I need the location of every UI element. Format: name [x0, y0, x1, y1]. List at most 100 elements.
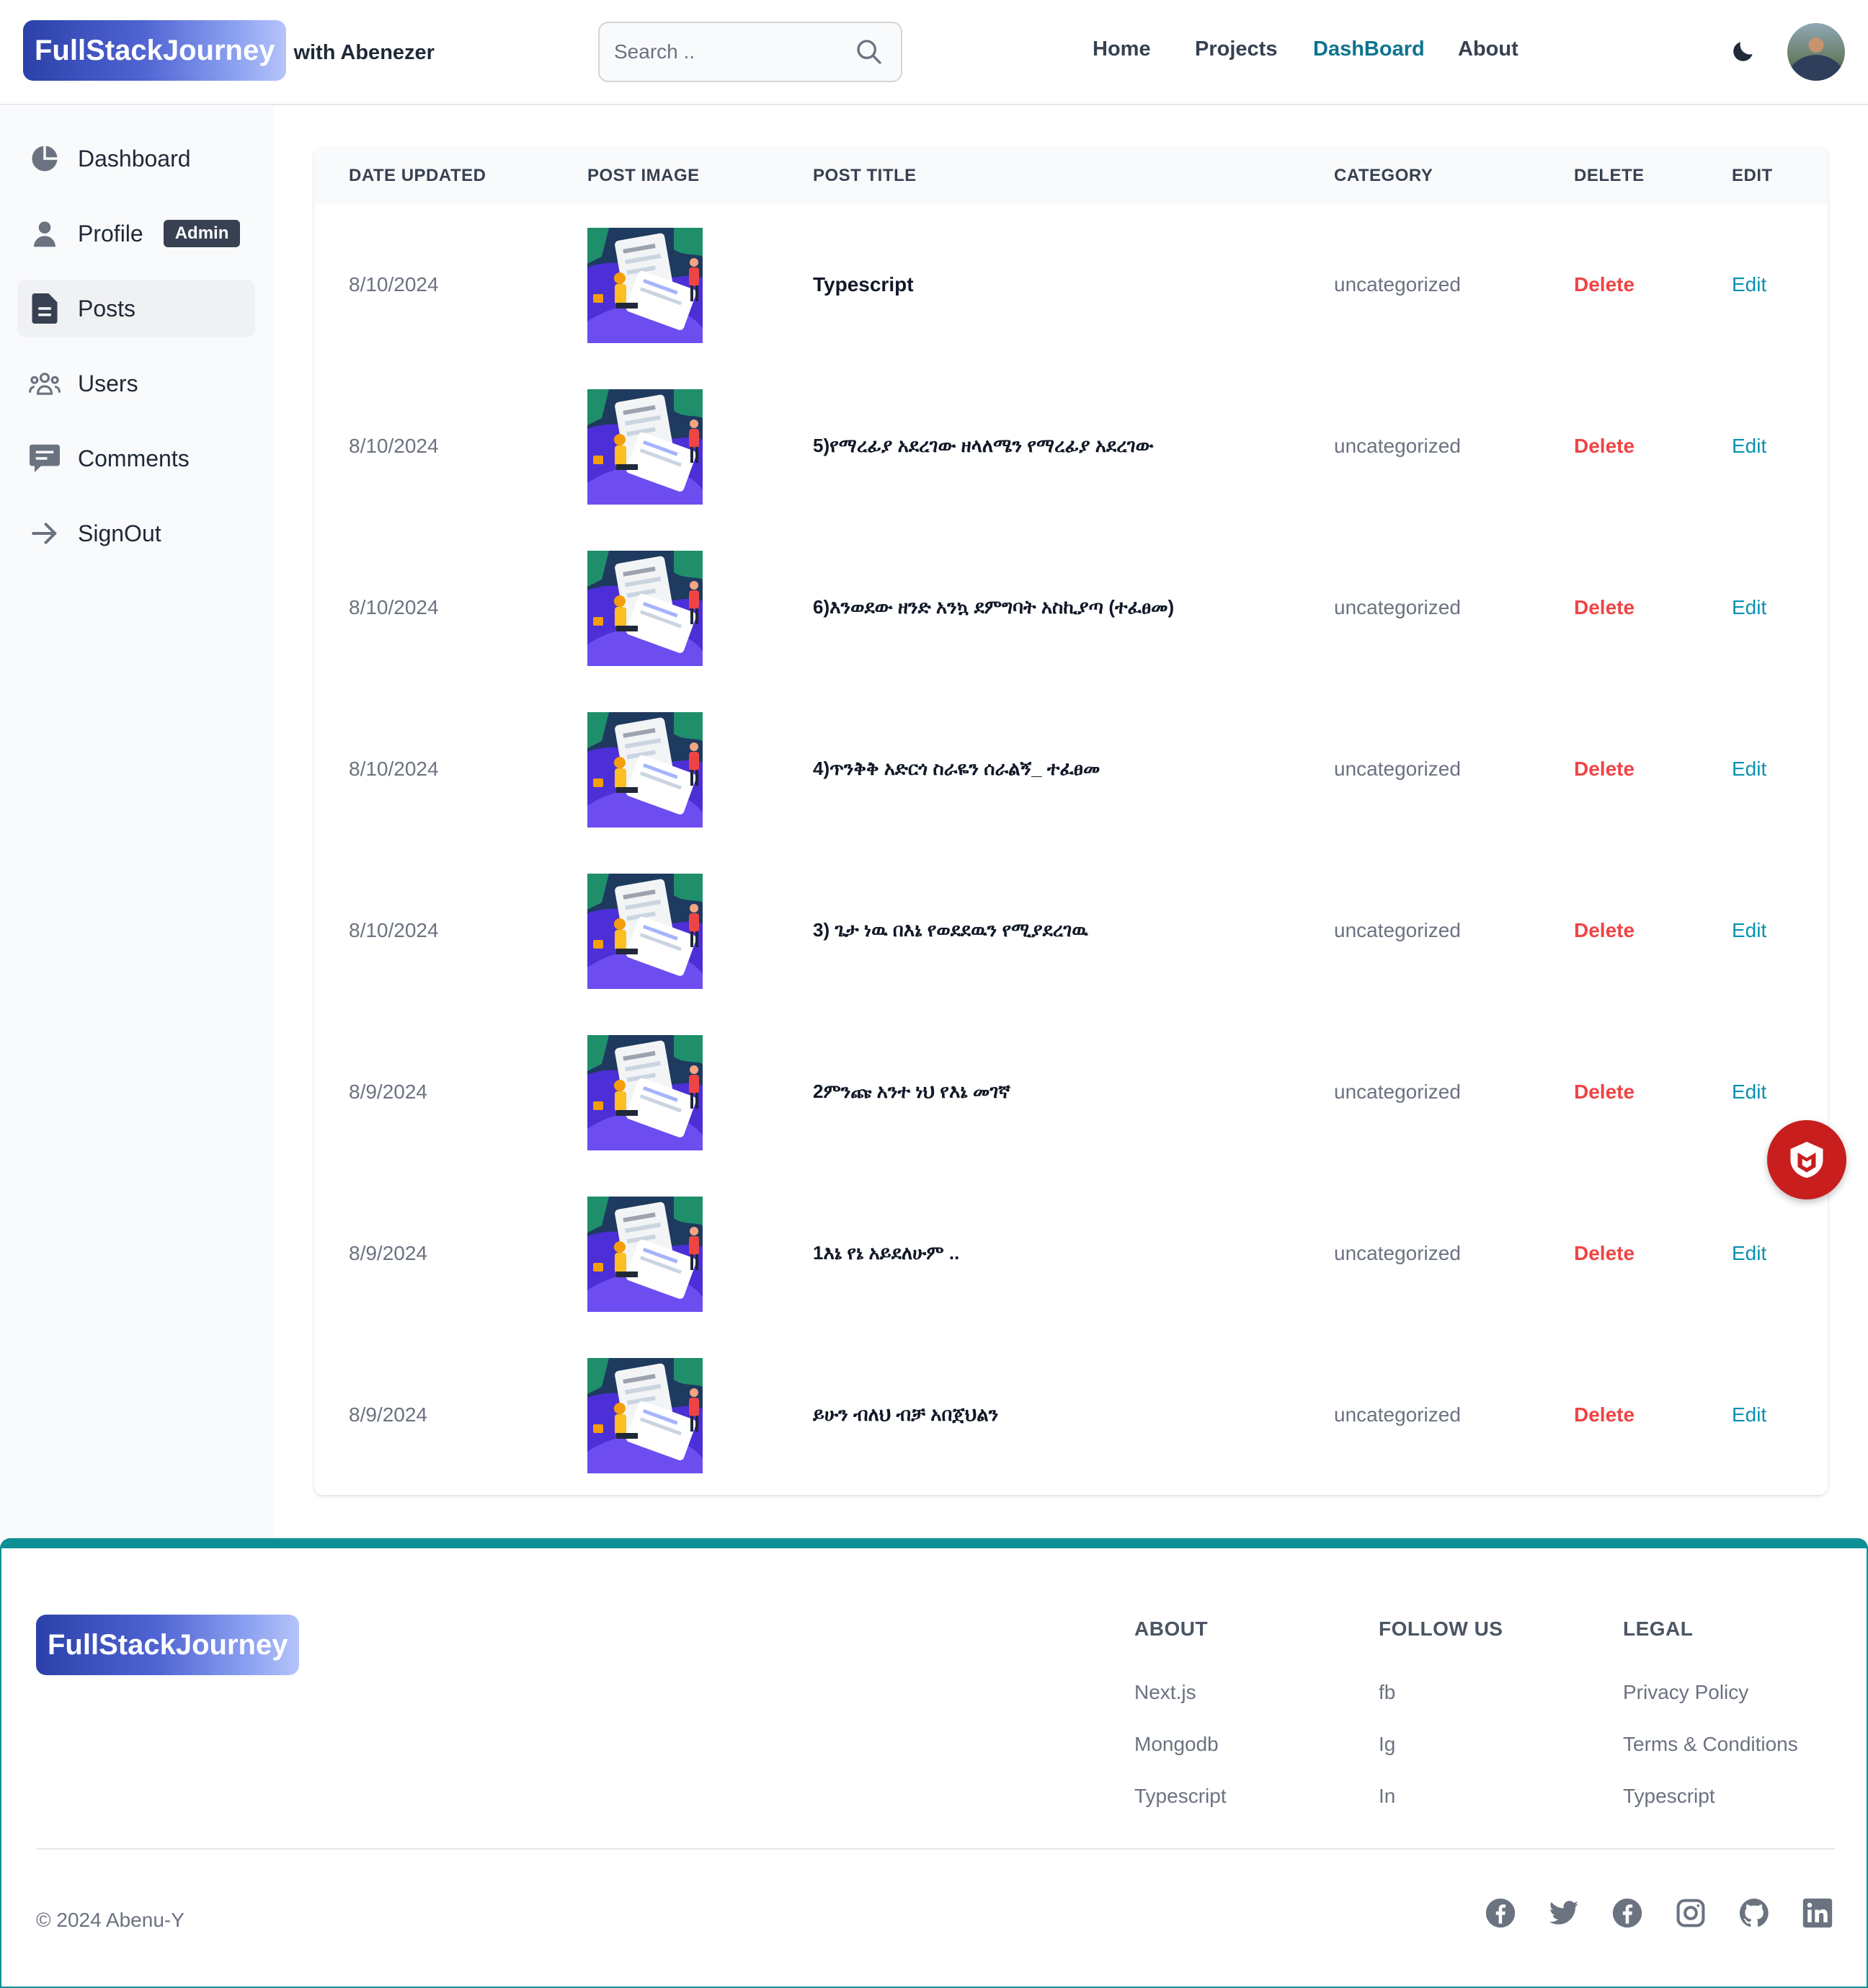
facebook-icon[interactable]	[1485, 1897, 1516, 1929]
github-icon[interactable]	[1738, 1897, 1770, 1929]
post-image[interactable]	[587, 389, 703, 505]
table-row: 8/10/2024 5)የማረፊያ አደረገው ዘላለሜን የማረፊያ አደረገው…	[314, 366, 1828, 528]
edit-link[interactable]: Edit	[1732, 1080, 1766, 1104]
facebook-icon[interactable]	[1611, 1897, 1643, 1929]
post-title[interactable]: 4)ጥንቅቅ አድርጎ ስራዬን ሰራልኝ_ ተፈፀመ	[813, 758, 1100, 781]
post-category: uncategorized	[1334, 919, 1461, 941]
search-input[interactable]	[600, 23, 837, 81]
post-image[interactable]	[587, 228, 703, 343]
edit-link[interactable]: Edit	[1732, 1403, 1766, 1426]
footer-link[interactable]: Terms & Conditions	[1623, 1733, 1798, 1756]
footer-link[interactable]: Typescript	[1623, 1785, 1715, 1808]
post-title[interactable]: 6)እንወደው ዘንድ አንኳ ደምግባት አስኪያጣ (ተፈፀመ)	[813, 596, 1174, 619]
post-thumbnail-image	[587, 1358, 703, 1473]
brand-suffix: with Abenezer	[293, 40, 435, 64]
column-header: POST IMAGE	[587, 166, 700, 185]
posts-table: DATE UPDATED POST IMAGE POST TITLE CATEG…	[314, 147, 1828, 1495]
footer-link[interactable]: Typescript	[1134, 1785, 1227, 1808]
sidebar: Dashboard Profile Admin Posts Users Comm…	[0, 107, 274, 1538]
post-title[interactable]: ይሁን ብለህ ብቻ አበጀህልን	[813, 1403, 998, 1426]
post-category: uncategorized	[1334, 1403, 1461, 1426]
post-title[interactable]: 5)የማረፊያ አደረገው ዘላለሜን የማረፊያ አደረገው	[813, 435, 1154, 458]
footer-link[interactable]: Ig	[1379, 1733, 1395, 1756]
post-date: 8/10/2024	[349, 596, 439, 618]
delete-button[interactable]: Delete	[1574, 1080, 1634, 1104]
post-category: uncategorized	[1334, 435, 1461, 457]
table-row: 8/9/2024 2ምንጩ አንተ ነህ የእኔ መገኛ uncategorized…	[314, 1012, 1828, 1173]
post-title[interactable]: 2ምንጩ አንተ ነህ የእኔ መገኛ	[813, 1080, 1010, 1104]
footer-link[interactable]: Mongodb	[1134, 1733, 1219, 1756]
post-title[interactable]: Typescript	[813, 273, 914, 296]
edit-link[interactable]: Edit	[1732, 596, 1766, 619]
post-date: 8/9/2024	[349, 1080, 427, 1103]
footer-link[interactable]: Privacy Policy	[1623, 1681, 1748, 1704]
nav-about[interactable]: About	[1458, 37, 1518, 61]
table-row: 8/10/2024 3) ጌታ ነዉ በእኔ የወደደዉን የሚያደረገዉ unca…	[314, 851, 1828, 1012]
post-image[interactable]	[587, 1358, 703, 1473]
nav-home[interactable]: Home	[1093, 37, 1151, 61]
post-image[interactable]	[587, 551, 703, 666]
sidebar-item-label: Comments	[78, 445, 190, 471]
post-thumbnail-image	[587, 874, 703, 989]
nav-dashboard[interactable]: DashBoard	[1313, 37, 1425, 61]
column-header: POST TITLE	[813, 166, 917, 185]
sidebar-item-posts[interactable]: Posts	[17, 280, 255, 337]
moon-icon[interactable]	[1730, 37, 1757, 65]
instagram-icon[interactable]	[1675, 1897, 1707, 1929]
delete-button[interactable]: Delete	[1574, 758, 1634, 781]
search-icon[interactable]	[855, 37, 884, 66]
delete-button[interactable]: Delete	[1574, 273, 1634, 296]
sidebar-item-comments[interactable]: Comments	[17, 430, 255, 487]
sidebar-item-dashboard[interactable]: Dashboard	[17, 130, 255, 187]
nav-projects[interactable]: Projects	[1195, 37, 1277, 61]
users-group-icon	[29, 368, 61, 399]
post-date: 8/10/2024	[349, 758, 439, 780]
delete-button[interactable]: Delete	[1574, 1242, 1634, 1265]
comment-icon	[29, 443, 61, 474]
post-category: uncategorized	[1334, 1080, 1461, 1103]
footer-link[interactable]: Next.js	[1134, 1681, 1196, 1704]
edit-link[interactable]: Edit	[1732, 919, 1766, 942]
post-image[interactable]	[587, 1197, 703, 1312]
delete-button[interactable]: Delete	[1574, 1403, 1634, 1426]
edit-link[interactable]: Edit	[1732, 758, 1766, 781]
post-title[interactable]: 1እኔ የኔ አይደለሁም ..	[813, 1242, 959, 1265]
sidebar-item-label: Dashboard	[78, 145, 191, 172]
post-image[interactable]	[587, 874, 703, 989]
shield-m-button[interactable]	[1767, 1120, 1846, 1199]
table-row: 8/10/2024 Typescript uncategorized Delete Ed…	[314, 205, 1828, 366]
twitter-icon[interactable]	[1548, 1897, 1580, 1929]
post-date: 8/10/2024	[349, 919, 439, 941]
delete-button[interactable]: Delete	[1574, 919, 1634, 942]
footer-link[interactable]: fb	[1379, 1681, 1395, 1704]
edit-link[interactable]: Edit	[1732, 435, 1766, 458]
post-image[interactable]	[587, 712, 703, 827]
post-thumbnail-image	[587, 1197, 703, 1312]
column-header: CATEGORY	[1334, 166, 1433, 185]
delete-button[interactable]: Delete	[1574, 596, 1634, 619]
post-date: 8/9/2024	[349, 1403, 427, 1426]
footer-link[interactable]: In	[1379, 1785, 1395, 1808]
sidebar-item-profile[interactable]: Profile Admin	[17, 205, 255, 262]
column-header: DELETE	[1574, 166, 1645, 185]
footer-brand-logo[interactable]: FullStackJourney	[36, 1615, 300, 1675]
brand-logo[interactable]: FullStackJourney with Abenezer	[23, 20, 435, 81]
sidebar-item-signout[interactable]: SignOut	[17, 505, 255, 562]
sidebar-item-users[interactable]: Users	[17, 355, 255, 412]
table-row: 8/10/2024 4)ጥንቅቅ አድርጎ ስራዬን ሰራልኝ_ ተፈፀመ unca…	[314, 689, 1828, 851]
admin-badge: Admin	[163, 220, 241, 247]
document-icon	[29, 293, 61, 324]
table-row: 8/10/2024 6)እንወደው ዘንድ አንኳ ደምግባት አስኪያጣ (ተፈ…	[314, 528, 1828, 689]
footer-brand-name[interactable]: FullStackJourney	[36, 1615, 300, 1675]
user-icon	[29, 218, 61, 249]
edit-link[interactable]: Edit	[1732, 273, 1766, 296]
linkedin-icon[interactable]	[1802, 1897, 1833, 1929]
post-title[interactable]: 3) ጌታ ነዉ በእኔ የወደደዉን የሚያደረገዉ	[813, 919, 1088, 942]
brand-name[interactable]: FullStackJourney	[23, 20, 287, 81]
top-navbar: FullStackJourney with Abenezer Home Proj…	[0, 0, 1868, 105]
delete-button[interactable]: Delete	[1574, 435, 1634, 458]
table-header: DATE UPDATED POST IMAGE POST TITLE CATEG…	[314, 147, 1828, 205]
post-image[interactable]	[587, 1035, 703, 1150]
user-avatar[interactable]	[1787, 23, 1845, 81]
edit-link[interactable]: Edit	[1732, 1242, 1766, 1265]
